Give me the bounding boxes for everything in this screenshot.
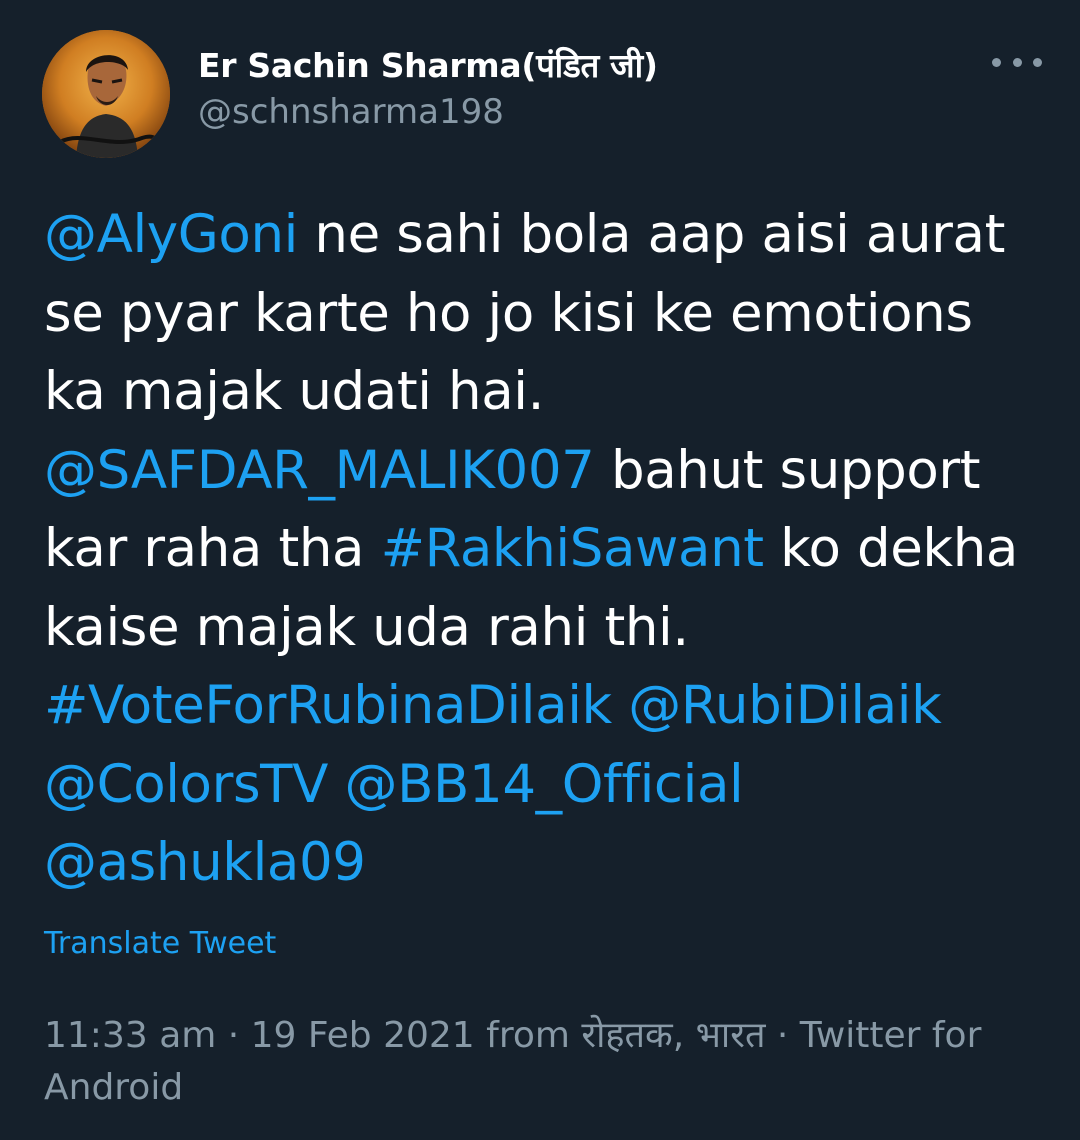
- more-dot: [1033, 57, 1042, 67]
- hashtag-voteforrubinadilaik[interactable]: #VoteForRubinaDilaik: [44, 675, 612, 736]
- tweet-metadata: 11:33 am · 19 Feb 2021 from रोहतक, भारत …: [44, 1010, 1044, 1114]
- author-display-name[interactable]: Er Sachin Sharma(पंडित जी): [198, 42, 658, 87]
- tweet-line: @AlyGoni ne sahi bola aap aisi aurat: [44, 196, 1054, 275]
- tweet-text-segment: kaise majak uda rahi thi.: [44, 596, 689, 658]
- tweet-text-segment: bahut support: [594, 439, 981, 501]
- tweet-line: kar raha tha #RakhiSawant ko dekha: [44, 510, 1054, 589]
- tweet-line: @ColorsTV @BB14_Official: [44, 746, 1054, 825]
- tweet-line: kaise majak uda rahi thi.: [44, 589, 1054, 668]
- more-dot: [992, 57, 1001, 67]
- tweet-line: @SAFDAR_MALIK007 bahut support: [44, 432, 1054, 511]
- more-dot: [1012, 57, 1022, 67]
- more-options-icon[interactable]: [992, 46, 1042, 78]
- tweet-source-continued: Android: [44, 1067, 184, 1108]
- tweet-line: #VoteForRubinaDilaik @RubiDilaik: [44, 667, 1054, 746]
- tweet-text-segment: kar raha tha: [44, 518, 381, 579]
- tweet-text-segment: ko dekha: [763, 518, 1018, 579]
- tweet-text: @AlyGoni ne sahi bola aap aisi aurat se …: [44, 196, 1054, 903]
- mention-bb14-official[interactable]: @BB14_Official: [344, 754, 743, 815]
- tweet-text-segment: ne sahi bola aap aisi aurat: [297, 204, 1005, 265]
- avatar-image: [42, 30, 170, 158]
- tweet-timestamp-source: 11:33 am · 19 Feb 2021 from रोहतक, भारत …: [44, 1015, 982, 1056]
- mention-safdar-malik[interactable]: @SAFDAR_MALIK007: [44, 440, 595, 501]
- tweet-text-segment: ka majak udati hai.: [44, 361, 545, 422]
- mention-colorstv[interactable]: @ColorsTV: [44, 754, 328, 815]
- mention-ashukla09[interactable]: @ashukla09: [44, 832, 366, 893]
- tweet-line: se pyar karte ho jo kisi ke emotions: [44, 275, 1054, 354]
- tweet-line: @ashukla09: [44, 824, 1054, 903]
- translate-tweet-link[interactable]: Translate Tweet: [44, 926, 276, 961]
- mention-alygoni[interactable]: @AlyGoni: [44, 204, 298, 265]
- hashtag-rakhisawant[interactable]: #RakhiSawant: [381, 518, 764, 579]
- tweet-text-segment: se pyar karte ho jo kisi ke emotions: [44, 282, 973, 344]
- author-handle[interactable]: @schnsharma198: [198, 92, 504, 132]
- avatar[interactable]: [42, 30, 170, 158]
- tweet-line: ka majak udati hai.: [44, 353, 1054, 432]
- mention-rubidilaik[interactable]: @RubiDilaik: [628, 675, 942, 736]
